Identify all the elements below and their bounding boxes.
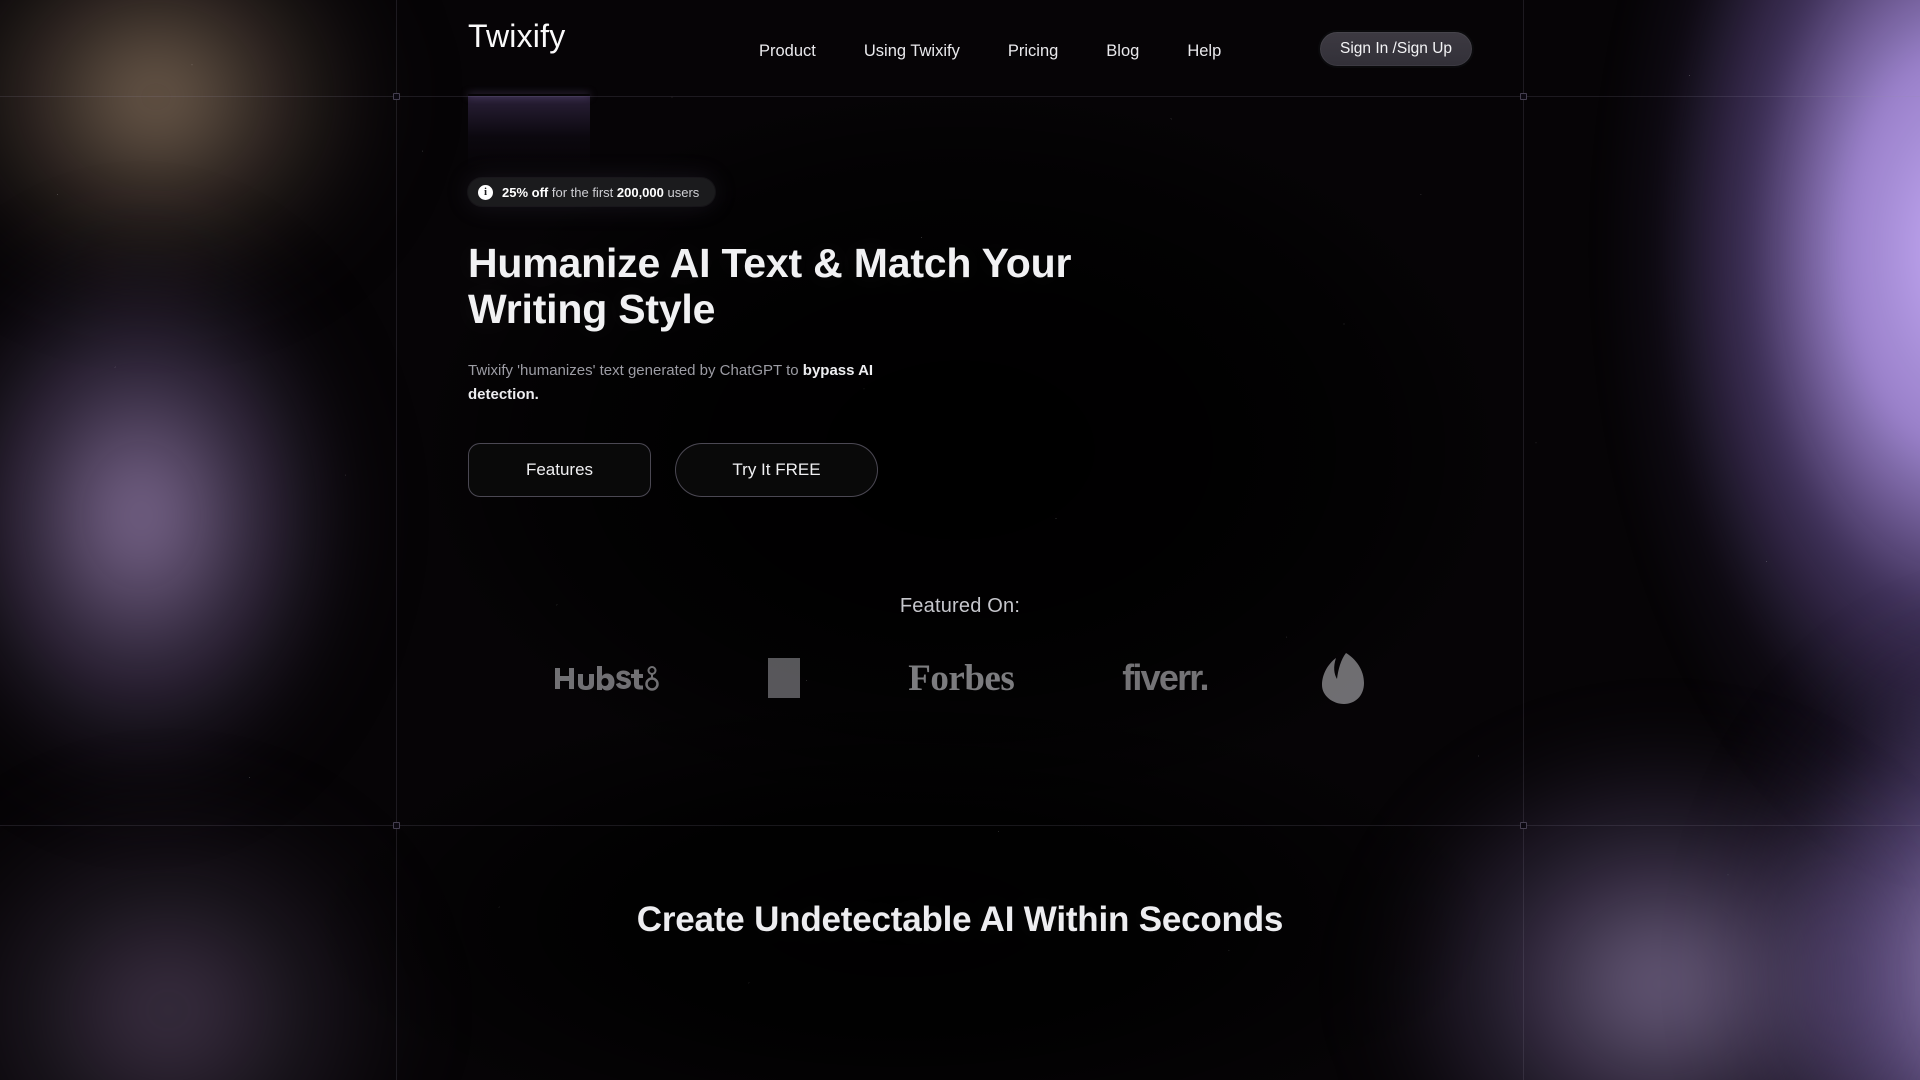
promo-badge-text: 25% off for the first 200,000 users [502,185,699,200]
guide-node-bottom-left [393,822,400,829]
guide-line-horizontal-bottom [0,825,1920,826]
info-icon: i [478,184,493,200]
background-glow-left-bottom [0,700,480,1080]
fiverr-wordmark: fiverr. [1122,657,1209,698]
promo-user-count: 200,000 [616,184,664,200]
hubspot-logo [554,648,660,708]
bottom-vignette [120,660,1680,1080]
subhead-prefix: Twixify 'humanizes' text generated by Ch… [468,361,803,379]
featured-logo-row: Forbes fiverr. [554,648,1365,708]
section-heading: Create Undetectable AI Within Seconds [636,900,1284,939]
featured-on-label: Featured On: [899,595,1021,617]
hero-subheading: Twixify 'humanizes' text generated by Ch… [468,359,900,408]
placeholder-logo [768,648,801,708]
guide-line-horizontal-top [0,96,1920,97]
nav-link-blog[interactable]: Blog [1082,36,1163,67]
try-it-free-button[interactable]: Try It FREE [675,443,878,498]
nav-link-using-twixify[interactable]: Using Twixify [840,36,984,67]
sign-in-sign-up-button[interactable]: Sign In /Sign Up [1318,30,1475,68]
brand-logo[interactable]: Twixify [468,18,565,55]
hero-cta-row: Features Try It FREE [468,443,1108,498]
promo-badge[interactable]: i 25% off for the first 200,000 users [468,178,716,206]
fiverr-logo: fiverr. [1122,648,1209,708]
promo-discount: 25% off [502,184,549,200]
nav-links: Product Using Twixify Pricing Blog Help [735,36,1245,67]
landing-page: Twixify Product Using Twixify Pricing Bl… [0,0,1920,1080]
background-glow-bottom-right [1140,680,1920,1080]
forbes-wordmark: Forbes [908,657,1015,699]
promo-tail: users [663,184,700,200]
nav-link-product[interactable]: Product [735,36,840,67]
featured-on-section: Featured On: Forbes fiverr. [0,595,1920,708]
nav-link-pricing[interactable]: Pricing [984,36,1082,67]
top-navigation-bar: Twixify Product Using Twixify Pricing Bl… [0,0,1920,96]
hero-section: i 25% off for the first 200,000 users Hu… [468,150,1108,498]
background-glow-left-middle [0,120,430,980]
features-button[interactable]: Features [468,443,651,498]
nav-link-help[interactable]: Help [1163,36,1245,67]
forbes-logo: Forbes [908,648,1014,708]
hero-headline: Humanize AI Text & Match Your Writing St… [468,240,1072,333]
placeholder-square-icon [768,658,801,698]
guide-node-bottom-right [1520,822,1527,829]
envato-leaf-logo [1316,648,1366,708]
promo-middle: for the first [548,184,617,200]
